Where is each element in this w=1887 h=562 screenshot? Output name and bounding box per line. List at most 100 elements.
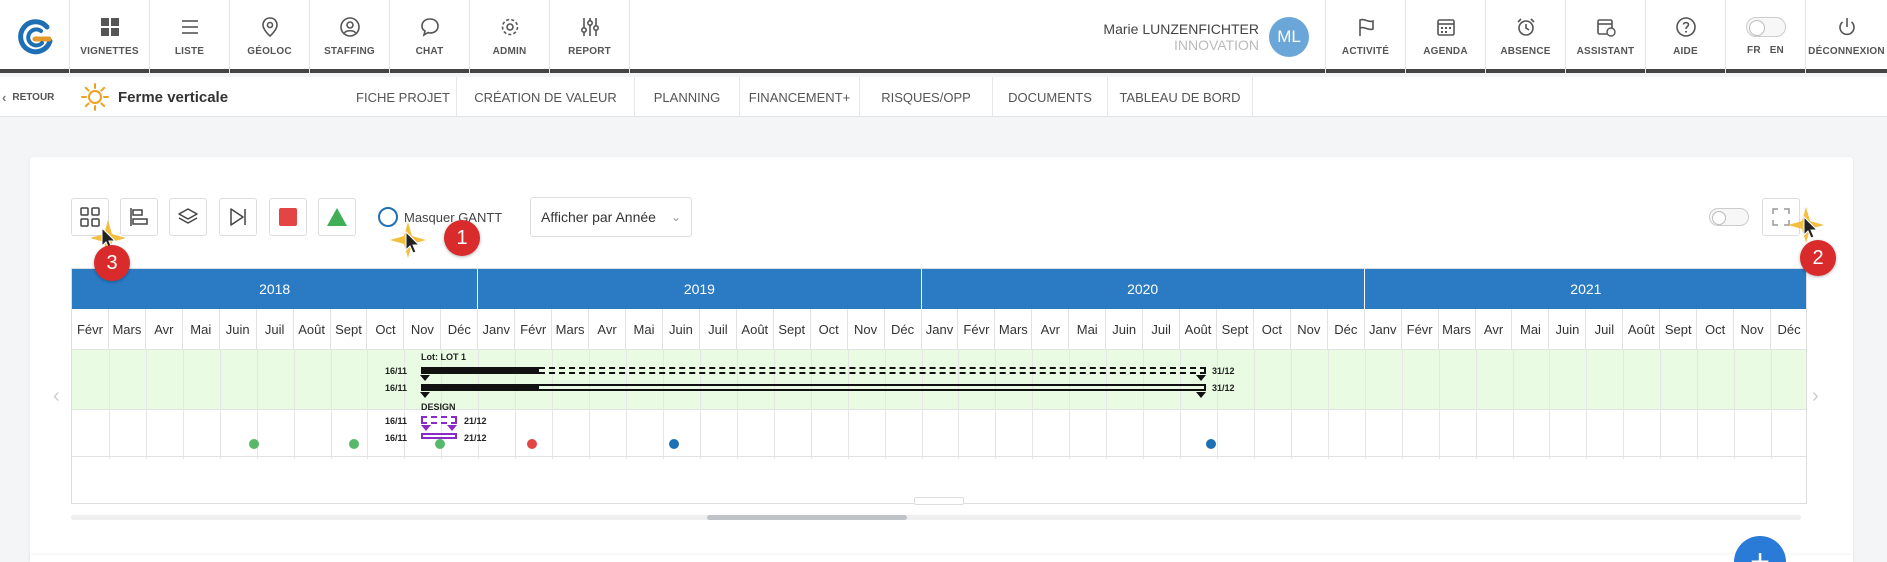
- avatar[interactable]: ML: [1269, 16, 1309, 57]
- month-header: Août: [1180, 309, 1217, 349]
- view-toggle[interactable]: [1709, 208, 1749, 226]
- nav-geoloc[interactable]: GÉOLOC: [230, 0, 310, 73]
- power-icon: [1838, 18, 1855, 36]
- milestone-dot[interactable]: [669, 439, 679, 449]
- logout-button[interactable]: DÉCONNEXION: [1806, 0, 1887, 73]
- scroll-left-icon[interactable]: ‹: [53, 385, 60, 408]
- nav-absence[interactable]: ABSENCE: [1486, 0, 1566, 73]
- milestone-dot[interactable]: [349, 439, 359, 449]
- app-logo[interactable]: [0, 0, 70, 73]
- grid-line: [1364, 349, 1366, 459]
- grid-icon: [100, 18, 119, 36]
- month-header: Avr: [1476, 309, 1513, 349]
- grid-line: [1475, 349, 1477, 459]
- tab-creation-de-valeur[interactable]: CRÉATION DE VALEUR: [457, 77, 635, 117]
- user-circle-icon: [339, 17, 360, 37]
- nav-vignettes[interactable]: VIGNETTES: [70, 0, 150, 73]
- month-header: Juin: [1549, 309, 1587, 349]
- task-start-date: 16/11: [385, 433, 408, 443]
- scroll-right-icon[interactable]: ›: [1812, 385, 1819, 408]
- end-marker-icon: [1196, 392, 1206, 398]
- lot-label: Lot: LOT 1: [421, 352, 466, 362]
- nav-liste[interactable]: LISTE: [150, 0, 230, 73]
- back-button[interactable]: ‹ RETOUR: [2, 77, 62, 117]
- nav-chat[interactable]: CHAT: [390, 0, 470, 73]
- language-switch[interactable]: FR EN: [1726, 0, 1806, 73]
- grid-line: [552, 349, 554, 459]
- design-planned-bar[interactable]: [421, 416, 457, 424]
- tab-risques-opp[interactable]: RISQUES/OPP: [860, 77, 993, 117]
- tab-tableau-de-bord[interactable]: TABLEAU DE BORD: [1108, 77, 1253, 117]
- grid-line: [1660, 349, 1662, 459]
- milestone-dot[interactable]: [527, 439, 537, 449]
- green-milestone-button[interactable]: [318, 198, 356, 236]
- grid-line: [773, 349, 775, 459]
- resize-handle[interactable]: [914, 497, 964, 505]
- user-profile[interactable]: Marie LUNZENFICHTER INNOVATION ML: [1050, 0, 1326, 73]
- nav-staffing[interactable]: STAFFING: [310, 0, 390, 73]
- lot-start-date: 16/11: [385, 366, 408, 376]
- tab-planning[interactable]: PLANNING: [635, 77, 740, 117]
- lot-progress-bar[interactable]: [421, 367, 539, 374]
- gantt-chart[interactable]: 2021 2020 2019 2018 Lot: LOT 1 16/11 31/12 …: [71, 268, 1807, 504]
- skip-forward-button[interactable]: [219, 198, 257, 236]
- month-header: Mai: [626, 309, 663, 349]
- nav-report[interactable]: REPORT: [550, 0, 630, 73]
- nav-admin[interactable]: ADMIN: [470, 0, 550, 73]
- horizontal-scrollbar[interactable]: [71, 515, 1801, 520]
- year-header: 2020: [922, 269, 1365, 309]
- lot-planned-bar[interactable]: [539, 367, 1206, 374]
- month-header: Sept: [331, 309, 368, 349]
- red-stop-button[interactable]: [269, 198, 307, 236]
- tab-financement[interactable]: FINANCEMENT+: [740, 77, 860, 117]
- month-header: Mars: [109, 309, 146, 349]
- month-header: Janv: [1365, 309, 1402, 349]
- lot-actual-remaining-bar[interactable]: [539, 384, 1206, 391]
- lot-actual-bar[interactable]: [421, 384, 539, 391]
- grid-line: [589, 349, 591, 459]
- grid-line: [1180, 349, 1182, 459]
- tab-label: FINANCEMENT+: [748, 89, 851, 105]
- sun-icon: [81, 83, 109, 111]
- user-name: Marie LUNZENFICHTER: [1103, 20, 1259, 37]
- month-header: Janv: [922, 309, 959, 349]
- task-end-date: 21/12: [464, 416, 487, 426]
- nav-label: DÉCONNEXION: [1808, 46, 1885, 57]
- language-toggle[interactable]: [1745, 17, 1786, 37]
- milestone-dot[interactable]: [1206, 439, 1216, 449]
- month-header: Févr: [515, 309, 553, 349]
- month-header: Mai: [1513, 309, 1550, 349]
- month-header: Oct: [367, 309, 405, 349]
- month-header: Juil: [257, 309, 294, 349]
- nav-agenda[interactable]: AGENDA: [1406, 0, 1486, 73]
- top-navigation-bar: VIGNETTES LISTE GÉOLOC STAFFING CHAT ADM…: [0, 0, 1887, 73]
- nav-label: AIDE: [1673, 46, 1698, 57]
- grid-line: [699, 349, 701, 459]
- scrollbar-thumb[interactable]: [707, 515, 907, 520]
- grid-line: [958, 349, 960, 459]
- milestone-dot[interactable]: [249, 439, 259, 449]
- grid-line: [108, 349, 110, 459]
- nav-aide[interactable]: AIDE: [1646, 0, 1726, 73]
- grid-line: [1327, 349, 1329, 459]
- lower-card: [30, 555, 1853, 562]
- nav-label: ACTIVITÉ: [1341, 46, 1390, 57]
- lang-fr[interactable]: FR: [1747, 45, 1761, 56]
- display-period-select[interactable]: Afficher par Année ⌄: [530, 197, 692, 237]
- lang-en[interactable]: EN: [1770, 45, 1784, 56]
- tab-fiche-projet[interactable]: FICHE PROJET: [350, 77, 457, 117]
- milestone-dot[interactable]: [435, 439, 445, 449]
- lot-end-date: 31/12: [1212, 383, 1235, 393]
- nav-activite[interactable]: ACTIVITÉ: [1326, 0, 1406, 73]
- grid-line: [1253, 349, 1255, 459]
- grid-line: [1771, 349, 1773, 459]
- callout-badge-1: 1: [444, 220, 480, 256]
- nav-assistant[interactable]: ASSISTANT: [1566, 0, 1646, 73]
- month-header: Mars: [1439, 309, 1476, 349]
- layers-button[interactable]: [169, 198, 207, 236]
- start-marker-icon: [420, 375, 430, 381]
- month-header: Juil: [1143, 309, 1181, 349]
- flag-icon: [1358, 18, 1374, 36]
- lot-start-date: 16/11: [385, 383, 408, 393]
- tab-documents[interactable]: DOCUMENTS: [993, 77, 1108, 117]
